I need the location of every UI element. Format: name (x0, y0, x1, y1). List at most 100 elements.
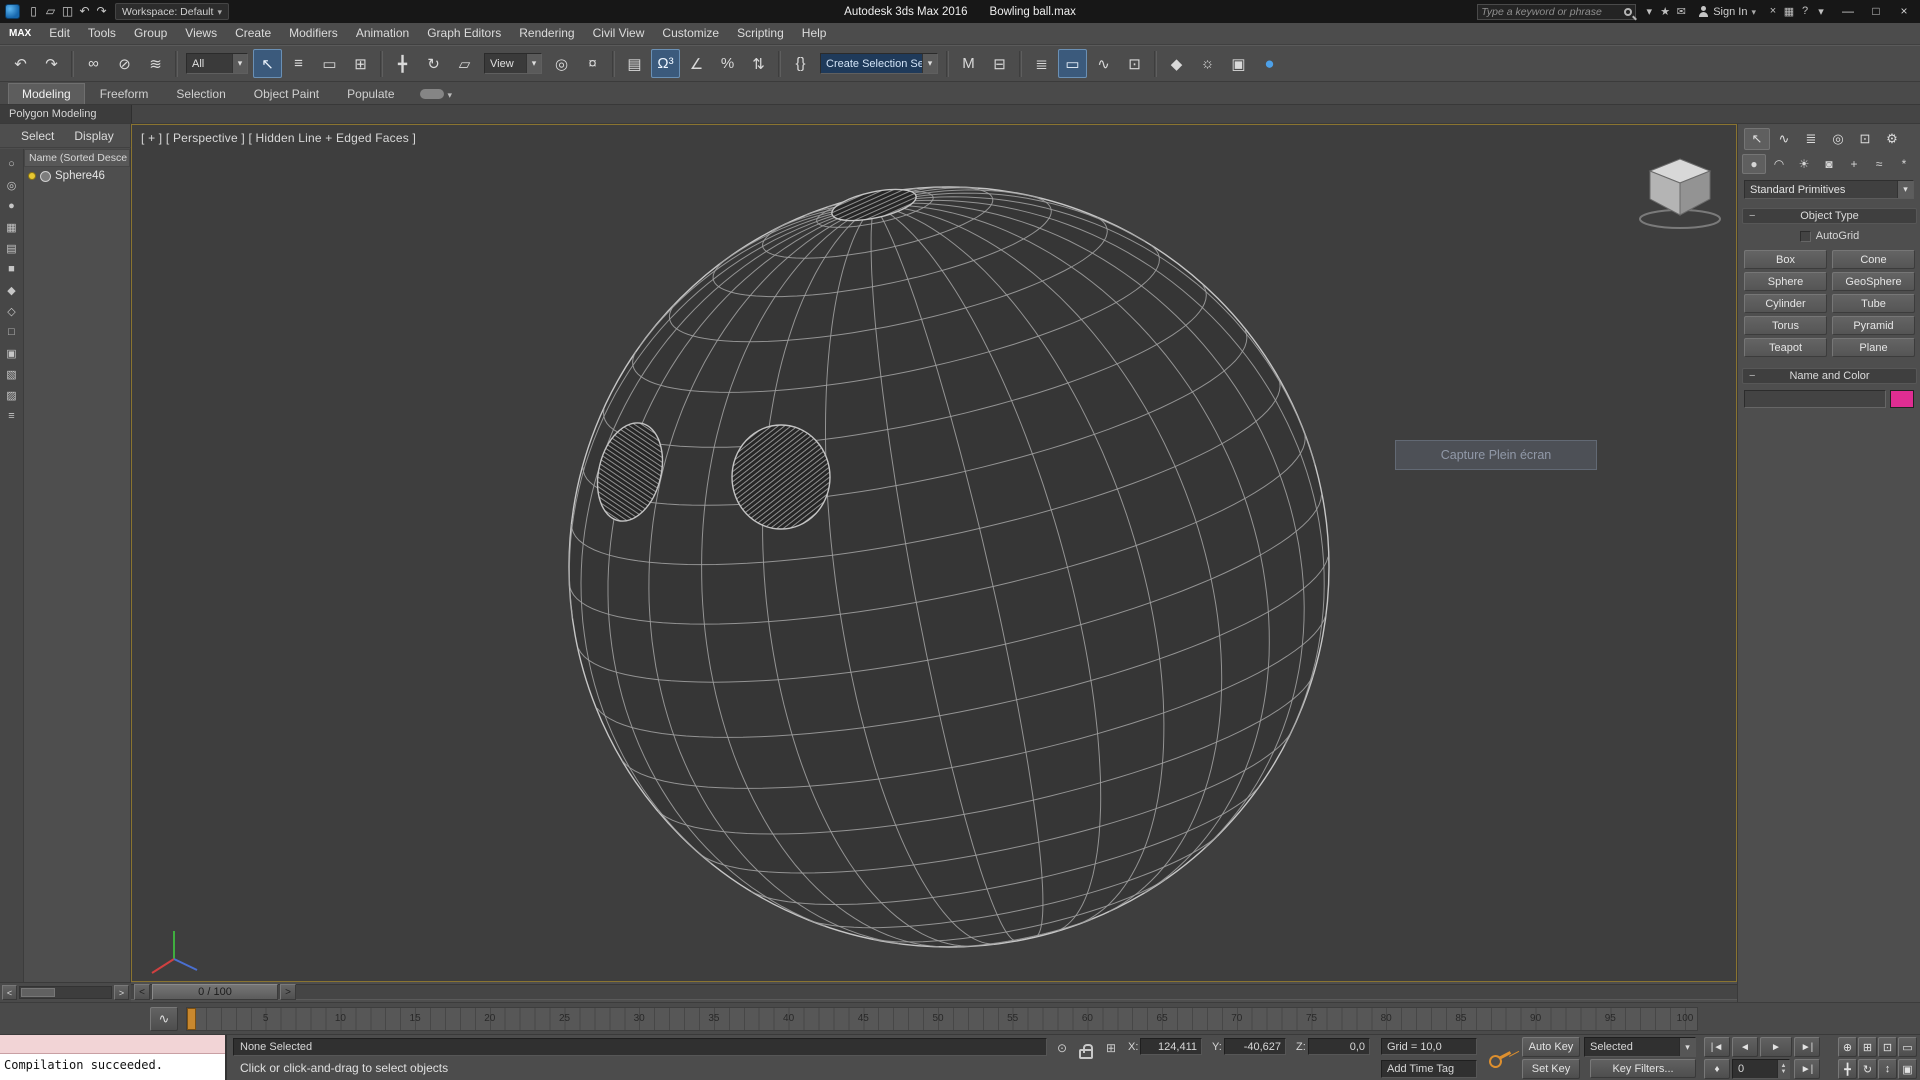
menu-graph-editors[interactable]: Graph Editors (418, 23, 510, 44)
search-input[interactable] (1481, 5, 1622, 18)
zoom-extents-icon[interactable]: ⊡ (1878, 1037, 1897, 1057)
perspective-viewport[interactable]: [ + ] [ Perspective ] [ Hidden Line + Ed… (131, 124, 1737, 982)
redo-icon[interactable]: ↷ (93, 3, 110, 20)
snap-3d-icon[interactable]: Ω³ (651, 49, 680, 78)
dropdown-arrow-icon[interactable] (526, 54, 541, 73)
menu-civil-view[interactable]: Civil View (584, 23, 654, 44)
z-coordinate-field[interactable]: 0,0 (1308, 1038, 1370, 1055)
ribbon-dropdown-icon[interactable]: ▾ (448, 90, 453, 101)
redo-icon[interactable]: ↷ (37, 49, 66, 78)
menu-create[interactable]: Create (226, 23, 280, 44)
display-all-icon[interactable]: ○ (2, 154, 22, 174)
menu-views[interactable]: Views (176, 23, 226, 44)
systems-icon[interactable]: * (1892, 154, 1916, 174)
render-production-icon[interactable]: ● (1255, 49, 1284, 78)
select-rotate-icon[interactable]: ↻ (419, 49, 448, 78)
select-object-icon[interactable]: ↖ (253, 49, 282, 78)
zoom-region-icon[interactable]: ▭ (1898, 1037, 1917, 1057)
mini-curve-editor-button[interactable]: ∿ (150, 1007, 178, 1031)
keyboard-override-icon[interactable]: ▤ (620, 49, 649, 78)
maxscript-mini-listener[interactable]: Compilation succeeded. (0, 1035, 227, 1080)
current-frame-marker[interactable] (187, 1008, 196, 1030)
create-tab[interactable]: ↖ (1744, 128, 1770, 150)
listener-output[interactable]: Compilation succeeded. (0, 1054, 225, 1080)
isolate-selection-icon[interactable]: ⊙ (1053, 1039, 1071, 1057)
viewcube[interactable] (1632, 153, 1728, 233)
dolly-icon[interactable]: ↕ (1878, 1059, 1897, 1079)
object-name-field[interactable] (1744, 390, 1886, 408)
scroll-thumb[interactable] (21, 988, 55, 997)
polygon-modeling-panel[interactable]: Polygon Modeling (0, 105, 132, 123)
percent-snap-icon[interactable]: % (713, 49, 742, 78)
app-store-icon[interactable]: ▦ (1781, 5, 1797, 18)
primitive-button-tube[interactable]: Tube (1832, 294, 1915, 313)
ref-coord-dropdown[interactable]: View (484, 53, 542, 74)
schematic-view-icon[interactable]: ⊡ (1120, 49, 1149, 78)
display-cameras-icon[interactable]: ■ (2, 259, 22, 279)
explorer-column-header[interactable]: Name (Sorted Desce (24, 149, 130, 167)
lights-icon[interactable]: ☀ (1792, 154, 1816, 174)
go-start-button[interactable]: |◄ (1704, 1037, 1730, 1057)
dropdown-arrow-icon[interactable] (232, 54, 247, 73)
ribbon-tab-populate[interactable]: Populate (334, 84, 407, 104)
ribbon-tab-modeling[interactable]: Modeling (8, 83, 85, 104)
workspace-dropdown[interactable]: Workspace: Default (115, 3, 229, 20)
primitive-button-box[interactable]: Box (1744, 250, 1827, 269)
bind-spacewarp-icon[interactable]: ≋ (141, 49, 170, 78)
primitive-button-pyramid[interactable]: Pyramid (1832, 316, 1915, 335)
select-move-icon[interactable]: ╋ (388, 49, 417, 78)
pan-icon[interactable]: ╋ (1838, 1059, 1857, 1079)
ribbon-tab-object-paint[interactable]: Object Paint (241, 84, 332, 104)
zoom-all-icon[interactable]: ⊞ (1858, 1037, 1877, 1057)
dropdown-arrow-icon[interactable] (1679, 1038, 1695, 1056)
end-frame-button[interactable]: ►| (1794, 1059, 1820, 1079)
sign-in-button[interactable]: Sign In (1694, 6, 1760, 18)
undo-icon[interactable]: ↶ (76, 3, 93, 20)
ribbon-tab-freeform[interactable]: Freeform (87, 84, 162, 104)
key-filters-button[interactable]: Key Filters... (1590, 1059, 1696, 1078)
scene-object-row[interactable]: Sphere46 (24, 167, 130, 185)
primitive-button-cylinder[interactable]: Cylinder (1744, 294, 1827, 313)
named-sets-icon[interactable]: {} (786, 49, 815, 78)
window-crossing-icon[interactable]: ⊞ (346, 49, 375, 78)
app-menu-button[interactable]: MAX (0, 28, 40, 39)
time-next-button[interactable]: > (280, 984, 296, 1000)
bowling-ball-wireframe[interactable] (568, 183, 1330, 948)
display-none-icon[interactable]: ◎ (2, 175, 22, 195)
ribbon-options-icon[interactable] (419, 89, 444, 99)
zoom-icon[interactable]: ⊕ (1838, 1037, 1857, 1057)
search-scope-icon[interactable]: ▾ (1641, 5, 1657, 18)
modify-tab[interactable]: ∿ (1771, 128, 1797, 150)
maximize-viewport-icon[interactable]: ▣ (1898, 1059, 1917, 1079)
align-icon[interactable]: ⊟ (985, 49, 1014, 78)
key-mode-button[interactable]: ♦ (1704, 1059, 1730, 1079)
primitive-button-torus[interactable]: Torus (1744, 316, 1827, 335)
menu-edit[interactable]: Edit (40, 23, 79, 44)
explorer-settings-icon[interactable]: ≡ (2, 406, 22, 426)
frame-spinner[interactable]: ▲ ▼ (1777, 1060, 1789, 1078)
new-file-icon[interactable]: ▯ (25, 3, 42, 20)
auto-key-button[interactable]: Auto Key (1522, 1037, 1580, 1057)
max-logo-icon[interactable] (5, 4, 20, 19)
cameras-icon[interactable]: ◙ (1817, 154, 1841, 174)
helpers-icon[interactable]: + (1842, 154, 1866, 174)
time-prev-button[interactable]: < (134, 984, 150, 1000)
menu-animation[interactable]: Animation (347, 23, 418, 44)
viewport-label[interactable]: [ + ] [ Perspective ] [ Hidden Line + Ed… (141, 131, 416, 145)
select-link-icon[interactable]: ∞ (79, 49, 108, 78)
display-lights-icon[interactable]: ▤ (2, 238, 22, 258)
primitive-button-geosphere[interactable]: GeoSphere (1832, 272, 1915, 291)
menu-modifiers[interactable]: Modifiers (280, 23, 347, 44)
primitive-button-sphere[interactable]: Sphere (1744, 272, 1827, 291)
explorer-menu-display[interactable]: Display (65, 129, 122, 143)
unlink-icon[interactable]: ⊘ (110, 49, 139, 78)
maximize-button[interactable]: □ (1862, 0, 1890, 23)
menu-tools[interactable]: Tools (79, 23, 125, 44)
dropdown-arrow-icon[interactable] (922, 54, 937, 73)
y-coordinate-field[interactable]: -40,627 (1224, 1038, 1286, 1055)
x-coordinate-field[interactable]: 124,411 (1140, 1038, 1202, 1055)
time-slider-track[interactable] (131, 984, 1737, 1000)
primitive-button-plane[interactable]: Plane (1832, 338, 1915, 357)
explorer-menu-select[interactable]: Select (12, 129, 63, 143)
visibility-bulb-icon[interactable] (28, 172, 36, 180)
